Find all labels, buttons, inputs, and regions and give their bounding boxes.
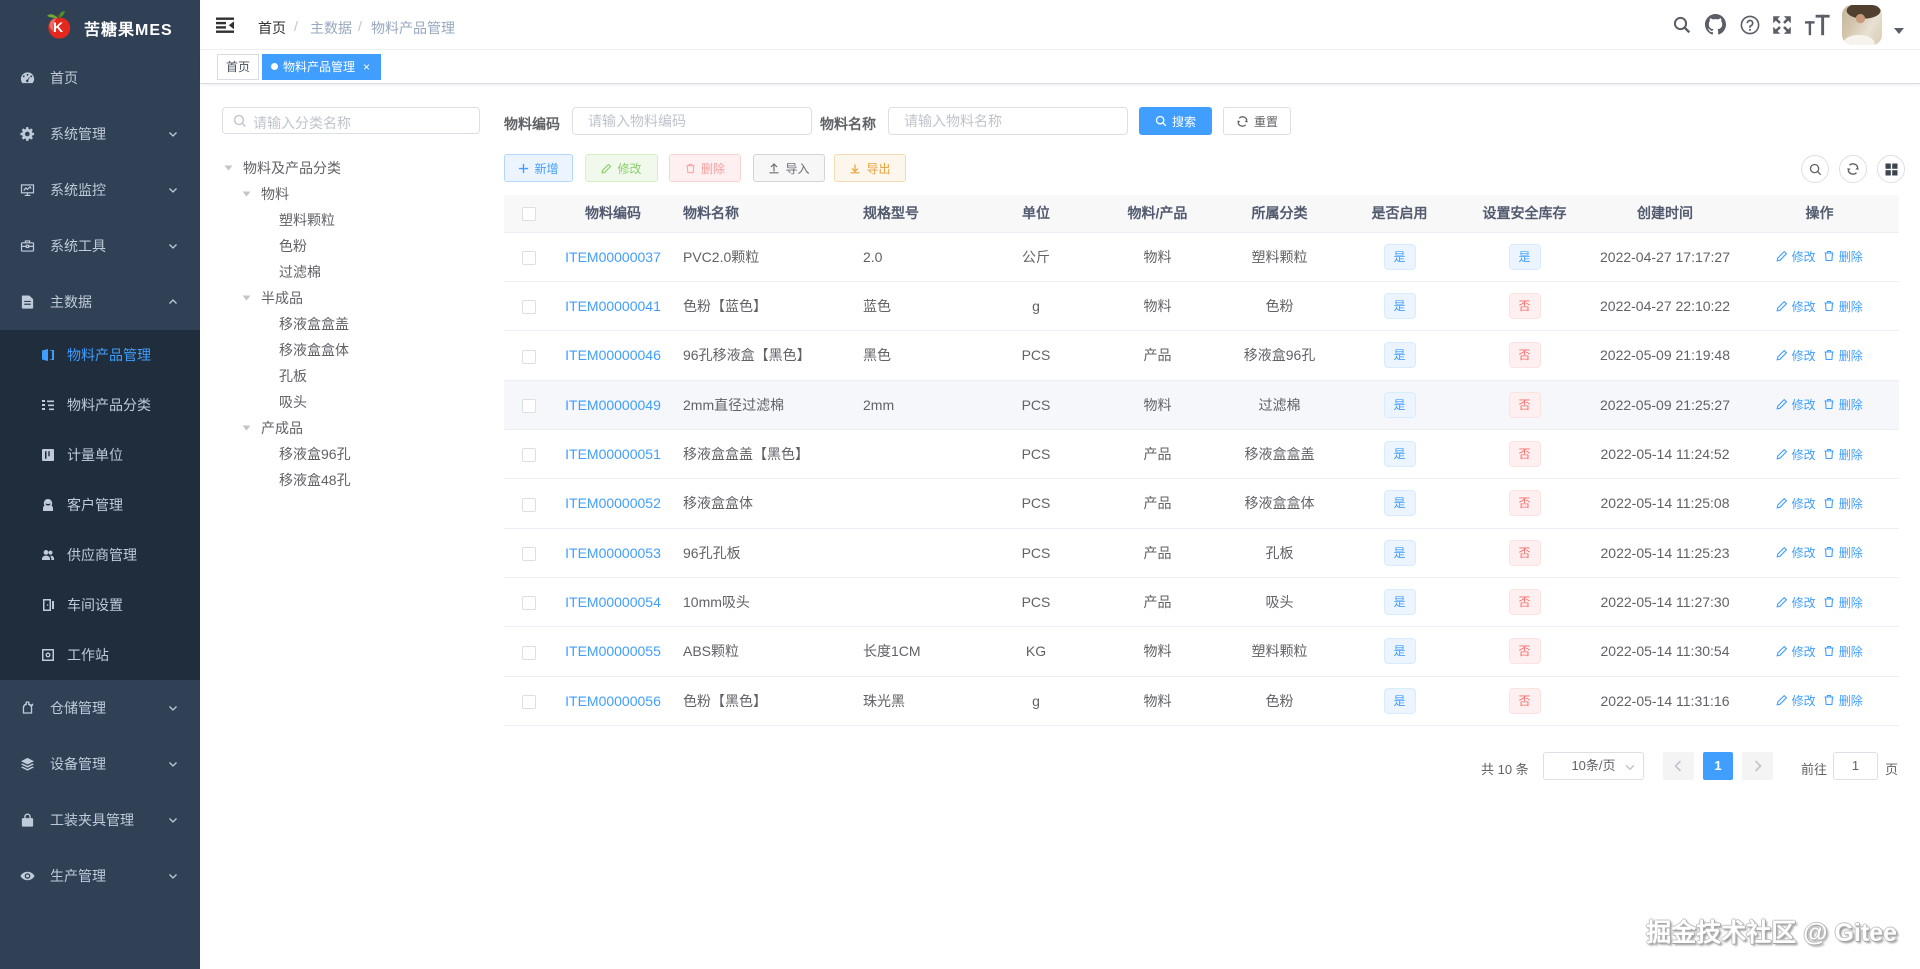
svg-text:K: K bbox=[53, 19, 63, 35]
